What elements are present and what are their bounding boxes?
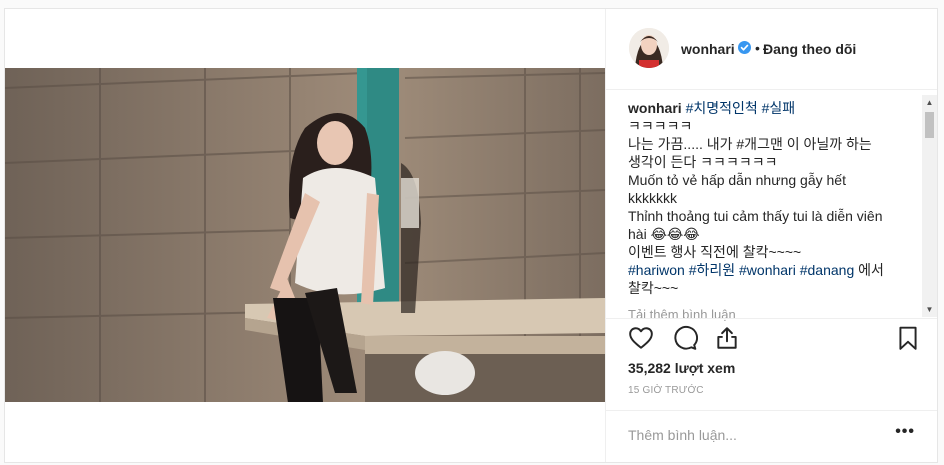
action-bar — [628, 325, 921, 353]
divider — [606, 410, 937, 411]
caption-line-10: #hariwon #하리원 #wonhari #danang 에서 — [628, 261, 918, 279]
comment-icon[interactable] — [672, 325, 698, 351]
caption-username[interactable]: wonhari — [628, 100, 682, 116]
bookmark-icon[interactable] — [895, 325, 921, 351]
caption-line-6: kkkkkkk — [628, 190, 677, 206]
add-comment-input[interactable] — [628, 425, 888, 445]
post-media — [5, 9, 605, 462]
post-timestamp[interactable]: 15 GIỜ TRƯỚC — [628, 385, 704, 396]
caption-line-7: Thỉnh thoảng tui cảm thấy tui là diễn vi… — [628, 208, 883, 224]
caption-line-2: ㅋㅋㅋㅋㅋ — [628, 118, 693, 134]
post-header: wonhari • Đang theo dõi — [606, 9, 937, 90]
scroll-up-icon[interactable]: ▲ — [922, 95, 937, 110]
caption-line-3: 나는 가끔..... 내가 #개그맨 이 아닐까 하는 — [628, 136, 872, 152]
avatar[interactable] — [629, 28, 669, 68]
caption-line-4: 생각이 든다 ㅋㅋㅋㅋㅋㅋ — [628, 154, 778, 170]
heart-icon[interactable] — [628, 325, 654, 351]
caption-scrollbar[interactable]: ▲ ▼ — [922, 95, 937, 317]
scroll-down-icon[interactable]: ▼ — [922, 302, 937, 317]
scroll-thumb[interactable] — [925, 112, 934, 138]
caption-line-8: hài 😂😂😂 — [628, 226, 700, 242]
post-caption: wonhari #치명적인척 #실패 ㅋㅋㅋㅋㅋ 나는 가끔..... 내가 #… — [628, 99, 918, 315]
share-icon[interactable] — [714, 325, 740, 351]
view-count[interactable]: 35,282 lượt xem — [628, 360, 735, 376]
caption-line-11: 찰칵~~~ — [628, 280, 679, 296]
separator-dot: • — [755, 40, 760, 56]
caption-line-5: Muốn tỏ vẻ hấp dẫn nhưng gẫy hết — [628, 172, 846, 188]
divider — [606, 318, 937, 319]
post-sidebar: wonhari • Đang theo dõi wonhari #치명적인척 #… — [605, 9, 937, 462]
more-options-button[interactable]: ••• — [895, 423, 915, 441]
video-frame — [5, 68, 605, 402]
caption-location-suffix: 에서 — [854, 262, 884, 278]
following-button[interactable]: Đang theo dõi — [763, 41, 856, 57]
caption-line-1: wonhari #치명적인척 #실패 — [628, 99, 918, 117]
avatar-image — [629, 28, 669, 68]
load-more-comments[interactable]: Tải thêm bình luận — [628, 307, 736, 322]
post-video[interactable] — [5, 68, 605, 402]
verified-badge-icon — [738, 41, 751, 54]
caption-hashtags-2[interactable]: #hariwon #하리원 #wonhari #danang — [628, 262, 854, 278]
caption-hashtags[interactable]: #치명적인척 #실패 — [686, 100, 796, 116]
post-author-username[interactable]: wonhari — [681, 41, 735, 57]
caption-line-9: 이벤트 행사 직전에 찰칵~~~~ — [628, 244, 802, 260]
instagram-post: wonhari • Đang theo dõi wonhari #치명적인척 #… — [4, 8, 938, 463]
